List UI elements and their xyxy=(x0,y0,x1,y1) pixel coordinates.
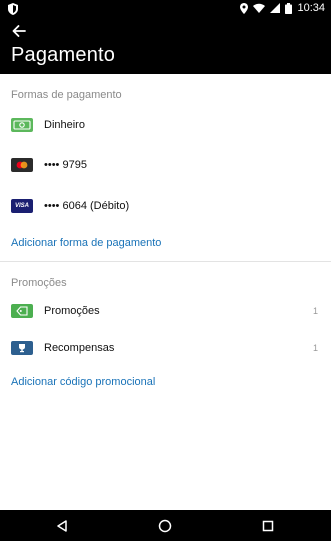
back-button[interactable] xyxy=(8,23,30,43)
promotions-item[interactable]: Promoções 1 xyxy=(0,296,331,326)
wifi-icon xyxy=(253,3,266,13)
rewards-count: 1 xyxy=(312,343,318,353)
trophy-icon xyxy=(11,341,33,355)
location-icon xyxy=(240,2,249,14)
payment-method-label: •••• 6064 (Débito) xyxy=(44,200,130,212)
promotions-label: Promoções xyxy=(44,305,100,317)
cash-icon xyxy=(11,118,33,132)
shield-icon xyxy=(8,2,20,15)
back-triangle-icon[interactable] xyxy=(54,518,70,534)
add-promo-code-link[interactable]: Adicionar código promocional xyxy=(11,376,155,388)
payment-method-label: •••• 9795 xyxy=(44,159,87,171)
rewards-item[interactable]: Recompensas 1 xyxy=(0,333,331,363)
navigation-bar xyxy=(0,510,331,541)
tag-icon xyxy=(11,304,33,318)
add-payment-method-link[interactable]: Adicionar forma de pagamento xyxy=(11,237,161,249)
mastercard-icon xyxy=(11,158,33,172)
payment-section-header: Formas de pagamento xyxy=(11,89,122,101)
recents-square-icon[interactable] xyxy=(260,518,276,534)
section-divider xyxy=(0,261,331,262)
status-bar: 10:34 xyxy=(0,0,331,16)
payment-method-visa[interactable]: VISA •••• 6064 (Débito) xyxy=(0,191,331,221)
visa-icon: VISA xyxy=(11,199,33,213)
rewards-label: Recompensas xyxy=(44,342,115,354)
payment-method-cash[interactable]: Dinheiro xyxy=(0,110,331,140)
promotions-count: 1 xyxy=(312,306,318,316)
arrow-left-icon xyxy=(12,24,26,42)
status-time: 10:34 xyxy=(297,2,325,14)
battery-icon xyxy=(285,2,293,14)
payment-method-mastercard[interactable]: •••• 9795 xyxy=(0,150,331,180)
payment-method-label: Dinheiro xyxy=(44,119,85,131)
page-title: Pagamento xyxy=(11,44,116,66)
home-circle-icon[interactable] xyxy=(157,518,173,534)
signal-icon xyxy=(270,3,281,13)
app-bar: Pagamento xyxy=(0,16,331,74)
promo-section-header: Promoções xyxy=(11,277,67,289)
